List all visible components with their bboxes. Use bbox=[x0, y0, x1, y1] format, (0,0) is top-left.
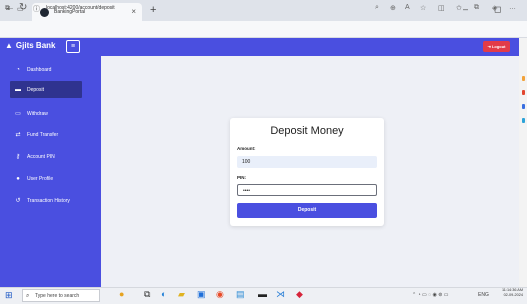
terminal-icon[interactable]: ▬ bbox=[258, 289, 267, 299]
sidebar-item-user-profile[interactable]: ● User Profile bbox=[0, 170, 101, 187]
sidebar-item-label: Transaction History bbox=[27, 197, 70, 204]
sidebar-item-fund-transfer[interactable]: ⇄ Fund Transfer bbox=[0, 126, 101, 143]
sidebar-item-transaction-history[interactable]: ↺ Transaction History bbox=[0, 192, 101, 209]
edge-app-icon[interactable] bbox=[522, 76, 525, 81]
refresh-icon[interactable]: ↻ bbox=[19, 2, 27, 13]
site-info-icon[interactable]: ⓘ bbox=[33, 4, 40, 14]
amount-input[interactable]: 100 bbox=[237, 156, 377, 168]
clock-date: 02-09-2024 bbox=[503, 293, 523, 297]
sidebar-item-label: Dashboard bbox=[27, 66, 52, 73]
sidebar-item-withdraw[interactable]: ▭ Withdraw bbox=[0, 105, 101, 122]
language-indicator[interactable]: ENG bbox=[478, 292, 489, 298]
app-icon[interactable]: ● bbox=[119, 289, 124, 299]
split-screen-icon[interactable]: ◫ bbox=[438, 4, 445, 12]
graduation-cap-icon: ▲ bbox=[5, 41, 13, 50]
sidebar-item-label: Withdraw bbox=[27, 110, 48, 117]
search-placeholder: Type here to search bbox=[35, 293, 80, 299]
back-icon[interactable]: ← bbox=[5, 2, 15, 13]
zoom-icon[interactable]: ⊕ bbox=[390, 4, 396, 12]
edge-browser-icon[interactable]: ◐ bbox=[161, 289, 166, 299]
more-options-icon[interactable]: … bbox=[509, 4, 516, 11]
read-aloud-icon[interactable]: A bbox=[405, 4, 410, 11]
pin-input[interactable]: •••• bbox=[237, 184, 377, 196]
store-icon[interactable]: ▣ bbox=[197, 289, 206, 300]
ide-icon[interactable]: ▤ bbox=[236, 289, 245, 300]
clock[interactable]: 11:14:36 AM 02-09-2024 bbox=[497, 288, 523, 298]
history-icon: ↺ bbox=[15, 198, 21, 204]
sidebar-item-deposit[interactable]: ▬ Deposit bbox=[10, 81, 82, 98]
vscode-icon[interactable]: ⋊ bbox=[276, 289, 285, 300]
task-view-icon[interactable]: ⧉ bbox=[144, 289, 150, 300]
user-icon: ● bbox=[16, 175, 20, 182]
page-title: Deposit Money bbox=[270, 125, 344, 137]
collections-icon[interactable]: ⧉ bbox=[474, 4, 479, 12]
brand-logo[interactable]: ▲ Gjits Bank bbox=[5, 41, 56, 50]
favorites-bar-icon[interactable]: ✩ bbox=[456, 4, 462, 12]
pin-label: PIN: bbox=[237, 175, 246, 180]
edge-app-icon[interactable] bbox=[522, 90, 525, 95]
sidebar-item-dashboard[interactable]: ◔ Dashboard bbox=[0, 61, 101, 78]
sidebar-item-label: User Profile bbox=[27, 175, 54, 182]
windows-start-icon[interactable]: ⊞ bbox=[5, 290, 13, 301]
menu-toggle-button[interactable]: ≡ bbox=[66, 40, 80, 53]
deposit-button[interactable]: Deposit bbox=[237, 203, 377, 218]
sidebar-item-label: Account PIN bbox=[27, 153, 55, 160]
taskbar-search[interactable]: ⌕ Type here to search bbox=[22, 289, 100, 302]
sidebar-item-account-pin[interactable]: ⚷ Account PIN bbox=[0, 148, 101, 165]
transfer-icon: ⇄ bbox=[15, 132, 21, 138]
app-icon-red[interactable]: ◆ bbox=[296, 289, 303, 300]
favorite-icon[interactable]: ☆ bbox=[420, 4, 426, 12]
logout-label: Logout bbox=[491, 44, 506, 49]
edge-app-icon[interactable] bbox=[522, 104, 525, 109]
address-bar[interactable]: localhost:4200/account/deposit bbox=[46, 3, 346, 14]
brand-name: Gjits Bank bbox=[15, 41, 56, 50]
file-explorer-icon[interactable]: ▰ bbox=[178, 289, 185, 300]
logout-button[interactable]: ⇥ Logout bbox=[483, 41, 510, 52]
edge-app-icon[interactable] bbox=[522, 118, 525, 123]
key-icon: ⚷ bbox=[15, 154, 21, 160]
dashboard-icon: ◔ bbox=[16, 66, 20, 73]
search-page-icon[interactable]: ⌕ bbox=[375, 4, 379, 12]
amount-label: Amount: bbox=[237, 146, 256, 151]
minimize-icon[interactable]: – bbox=[463, 4, 468, 14]
cash-icon: ▭ bbox=[15, 111, 21, 117]
extensions-icon[interactable]: ◈ bbox=[492, 4, 497, 12]
chrome-icon[interactable]: ◉ bbox=[216, 289, 224, 300]
sidebar-item-label: Deposit bbox=[27, 86, 44, 93]
wallet-icon: ▬ bbox=[15, 86, 21, 93]
app-header bbox=[101, 38, 519, 56]
system-tray-icons[interactable]: ⌃ ◔ ▭ ◌ ◉ ⊚ ▭ bbox=[412, 292, 449, 298]
search-icon: ⌕ bbox=[26, 293, 30, 299]
sidebar-item-label: Fund Transfer bbox=[27, 131, 59, 138]
browser-nav-bar bbox=[0, 21, 527, 38]
